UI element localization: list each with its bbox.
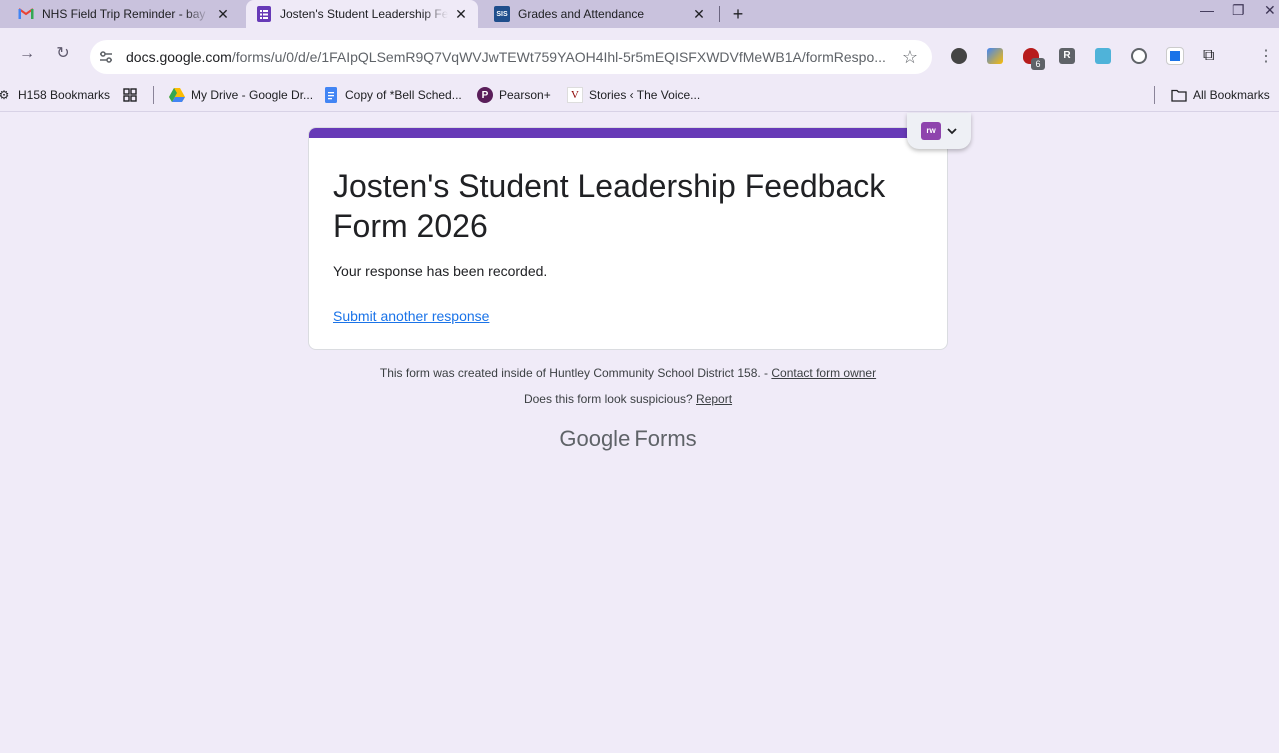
extension-icon[interactable] xyxy=(987,48,1003,64)
forward-icon[interactable]: → xyxy=(18,45,36,63)
bookmark-bell-schedule[interactable]: Copy of *Bell Sched... xyxy=(323,87,462,103)
the-voice-icon: V xyxy=(567,87,583,103)
tab-title: NHS Field Trip Reminder - bay xyxy=(42,7,206,21)
extension-icon[interactable] xyxy=(951,48,967,64)
form-created-notice: This form was created inside of Huntley … xyxy=(379,366,877,380)
google-docs-icon xyxy=(323,87,339,103)
sis-icon: SIS xyxy=(494,6,510,22)
bookmark-separator xyxy=(153,86,154,104)
extension-cloud-icon[interactable] xyxy=(1095,48,1111,64)
address-bar[interactable]: docs.google.com/forms/u/0/d/e/1FAIpQLSem… xyxy=(90,40,932,74)
close-tab-icon[interactable]: ✕ xyxy=(692,6,706,22)
bookmark-stories-the-voice[interactable]: V Stories ‹ The Voice... xyxy=(567,87,700,103)
tab-title: Josten's Student Leadership Fe xyxy=(280,7,448,21)
contact-form-owner-link[interactable]: Contact form owner xyxy=(771,366,876,380)
close-tab-icon[interactable]: ✕ xyxy=(216,6,230,22)
google-forms-logo[interactable]: Google Forms xyxy=(0,426,1256,452)
extension-badge: 6 xyxy=(1031,58,1045,70)
folder-icon xyxy=(1171,87,1187,103)
settings-icon: ⚙ xyxy=(0,88,10,102)
extension-lp-icon[interactable] xyxy=(1131,48,1147,64)
bookmark-separator xyxy=(1154,86,1155,104)
floating-extension-button[interactable]: rw xyxy=(907,113,971,149)
google-drive-icon xyxy=(169,87,185,103)
gmail-icon xyxy=(18,6,34,22)
tab-nhs-field-trip[interactable]: NHS Field Trip Reminder - bay ✕ xyxy=(8,0,240,28)
restore-icon[interactable]: ❐ xyxy=(1232,2,1245,19)
browser-toolbar: → ↻ docs.google.com/forms/u/0/d/e/1FAIpQ… xyxy=(0,28,1279,78)
bookmark-h158[interactable]: ⚙ H158 Bookmarks xyxy=(0,87,110,103)
pearson-icon: P xyxy=(477,87,493,103)
extension-r-icon[interactable]: R xyxy=(1059,48,1075,64)
chevron-down-icon xyxy=(947,122,957,140)
form-title: Josten's Student Leadership Feedback For… xyxy=(333,168,886,244)
suspicious-form-notice: Does this form look suspicious? Report xyxy=(523,392,733,406)
google-forms-icon xyxy=(256,6,272,22)
apps-button[interactable] xyxy=(122,87,144,103)
bookmarks-bar: ⚙ H158 Bookmarks My Drive - Google Dr...… xyxy=(0,78,1279,112)
all-bookmarks-button[interactable]: All Bookmarks xyxy=(1171,87,1270,103)
read-write-extension-icon: rw xyxy=(921,122,941,140)
tab-strip: NHS Field Trip Reminder - bay ✕ Josten's… xyxy=(0,0,1279,28)
close-tab-icon[interactable]: ✕ xyxy=(454,6,468,22)
new-tab-button[interactable]: + xyxy=(728,4,748,24)
reload-icon[interactable]: ↻ xyxy=(54,45,72,63)
bookmark-my-drive[interactable]: My Drive - Google Dr... xyxy=(169,87,313,103)
close-window-icon[interactable]: ✕ xyxy=(1264,2,1276,19)
bookmark-pearson[interactable]: P Pearson+ xyxy=(477,87,551,103)
extensions-puzzle-icon[interactable]: ⧉ xyxy=(1203,48,1219,64)
response-recorded-message: Your response has been recorded. xyxy=(333,263,548,279)
tab-separator xyxy=(719,6,720,22)
extension-icon[interactable] xyxy=(1166,47,1184,65)
url-text: docs.google.com/forms/u/0/d/e/1FAIpQLSem… xyxy=(126,49,886,65)
submit-another-response-link[interactable]: Submit another response xyxy=(333,308,489,324)
report-link[interactable]: Report xyxy=(696,392,732,406)
site-settings-icon[interactable] xyxy=(98,49,114,65)
form-response-card: Josten's Student Leadership Feedback For… xyxy=(308,127,948,350)
more-menu-icon[interactable]: ⋮ xyxy=(1258,46,1274,66)
minimize-icon[interactable]: — xyxy=(1200,2,1214,18)
apps-grid-icon xyxy=(122,87,138,103)
bookmark-star-icon[interactable]: ☆ xyxy=(902,47,918,68)
form-accent-bar xyxy=(309,128,947,138)
tab-grades-attendance[interactable]: SIS Grades and Attendance ✕ xyxy=(484,0,716,28)
tab-title: Grades and Attendance xyxy=(518,7,645,21)
tab-jostens-form[interactable]: Josten's Student Leadership Fe ✕ xyxy=(246,0,478,28)
